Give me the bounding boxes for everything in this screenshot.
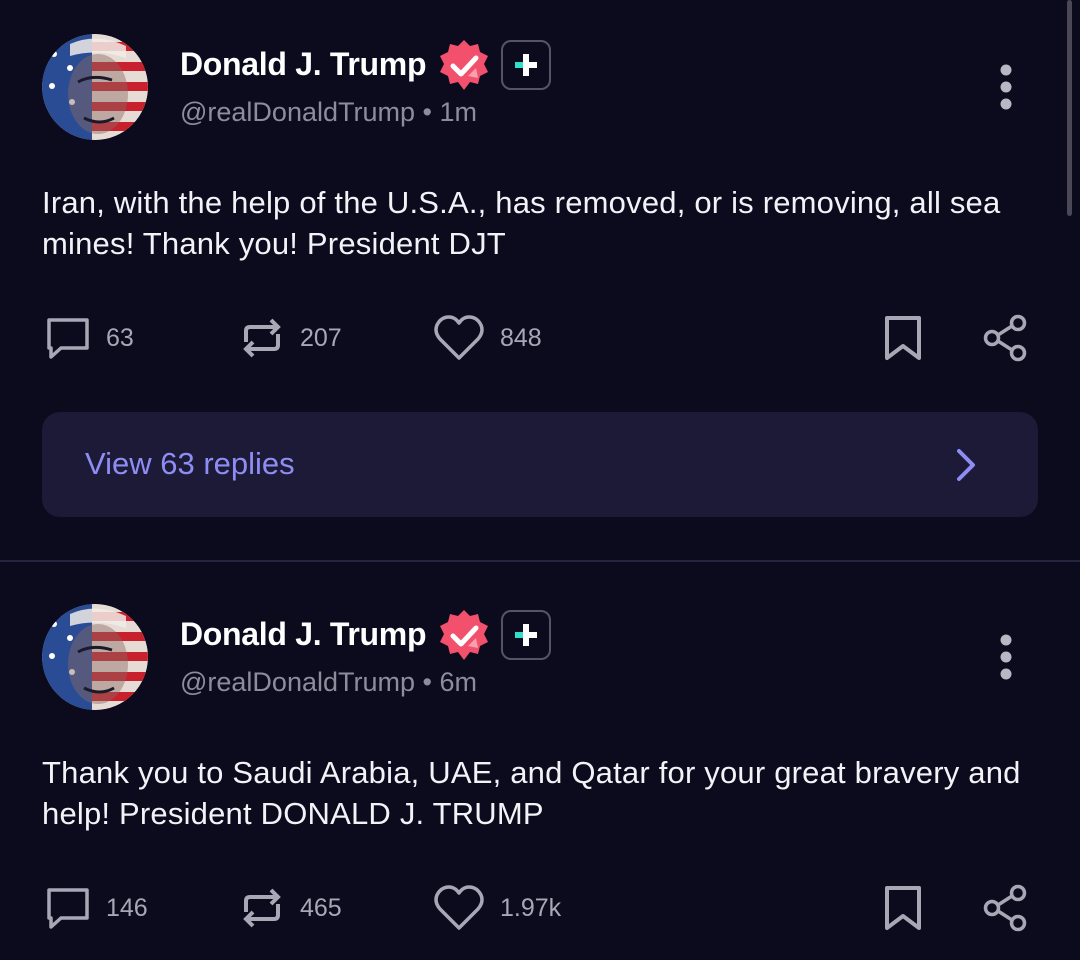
repost-button[interactable]: 465 bbox=[238, 883, 342, 933]
more-vertical-icon bbox=[1000, 634, 1012, 680]
bookmark-button[interactable] bbox=[880, 313, 926, 363]
repost-icon bbox=[243, 888, 281, 928]
bookmark-icon bbox=[885, 886, 921, 930]
like-count: 1.97k bbox=[500, 893, 562, 922]
share-icon bbox=[983, 314, 1027, 362]
author-handle-time: @realDonaldTrump • 6m bbox=[180, 667, 477, 698]
view-replies-label: View 63 replies bbox=[85, 446, 295, 481]
separator-dot: • bbox=[422, 667, 440, 697]
author-avatar[interactable] bbox=[42, 34, 148, 140]
author-name[interactable]: Donald J. Trump bbox=[180, 46, 427, 83]
heart-icon bbox=[434, 885, 484, 930]
author-handle-time: @realDonaldTrump • 1m bbox=[180, 97, 477, 128]
post-time[interactable]: 1m bbox=[439, 97, 477, 127]
post-time[interactable]: 6m bbox=[439, 667, 477, 697]
repost-icon bbox=[243, 318, 281, 358]
post[interactable]: Donald J. Trump @realDonaldTrump • 6m Th… bbox=[0, 562, 1080, 960]
post[interactable]: Donald J. Trump @realDonaldTrump • 1m Ir… bbox=[0, 0, 1080, 560]
reply-button[interactable]: 63 bbox=[44, 313, 134, 363]
view-replies-button[interactable]: View 63 replies bbox=[42, 412, 1038, 517]
avatar-image bbox=[42, 604, 148, 710]
post-text: Iran, with the help of the U.S.A., has r… bbox=[42, 185, 1001, 261]
heart-icon bbox=[434, 315, 484, 360]
share-button[interactable] bbox=[982, 883, 1030, 933]
plus-badge-icon[interactable] bbox=[501, 40, 551, 90]
like-button[interactable]: 1.97k bbox=[432, 883, 561, 933]
more-options-button[interactable] bbox=[992, 632, 1020, 682]
repost-count: 465 bbox=[300, 893, 342, 922]
like-button[interactable]: 848 bbox=[432, 313, 542, 363]
verified-badge-icon bbox=[436, 608, 492, 664]
chevron-right-icon bbox=[957, 449, 975, 481]
author-handle[interactable]: @realDonaldTrump bbox=[180, 97, 415, 127]
more-vertical-icon bbox=[1000, 64, 1012, 110]
reply-button[interactable]: 146 bbox=[44, 883, 148, 933]
author-handle[interactable]: @realDonaldTrump bbox=[180, 667, 415, 697]
verified-badge-icon bbox=[436, 38, 492, 94]
share-button[interactable] bbox=[982, 313, 1030, 363]
like-count: 848 bbox=[500, 323, 542, 352]
post-text: Thank you to Saudi Arabia, UAE, and Qata… bbox=[42, 755, 1021, 831]
separator-dot: • bbox=[422, 97, 440, 127]
repost-count: 207 bbox=[300, 323, 342, 352]
bookmark-button[interactable] bbox=[880, 883, 926, 933]
reply-count: 146 bbox=[106, 893, 148, 922]
comment-icon bbox=[47, 888, 89, 929]
repost-button[interactable]: 207 bbox=[238, 313, 342, 363]
author-avatar[interactable] bbox=[42, 604, 148, 710]
feed: Donald J. Trump @realDonaldTrump • 1m Ir… bbox=[0, 0, 1080, 960]
more-options-button[interactable] bbox=[992, 62, 1020, 112]
scrollbar[interactable] bbox=[1067, 0, 1072, 216]
reply-count: 63 bbox=[106, 323, 134, 352]
comment-icon bbox=[47, 318, 89, 359]
bookmark-icon bbox=[885, 316, 921, 360]
avatar-image bbox=[42, 34, 148, 140]
share-icon bbox=[983, 884, 1027, 932]
plus-badge-icon[interactable] bbox=[501, 610, 551, 660]
author-name[interactable]: Donald J. Trump bbox=[180, 616, 427, 653]
